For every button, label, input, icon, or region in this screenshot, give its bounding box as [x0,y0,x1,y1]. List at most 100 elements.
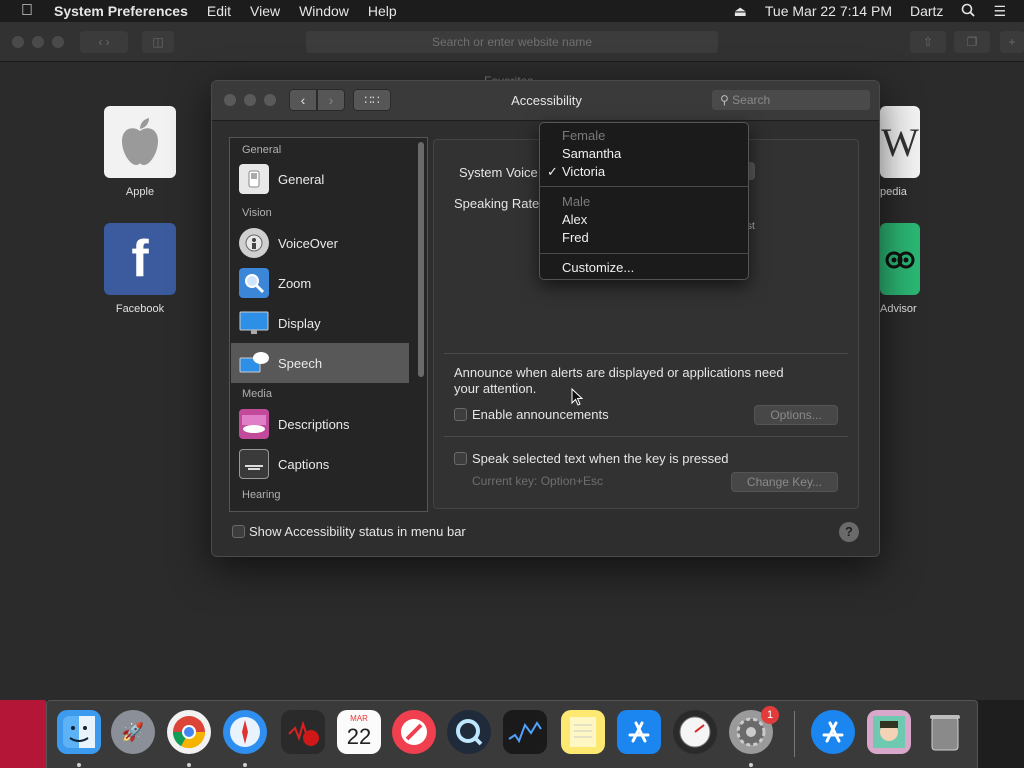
sidebar-item-speech[interactable]: Speech [231,343,409,383]
running-indicator [243,763,247,767]
help-button[interactable]: ? [839,522,859,542]
photo-booth-icon[interactable] [281,710,325,754]
new-tab-icon[interactable]: + [1000,31,1024,53]
window-titlebar: ‹ › ∷∷ Accessibility ⚲ Search [212,81,879,121]
announce-description-line1: Announce when alerts are displayed or ap… [454,365,784,380]
favorite-facebook[interactable]: f Facebook [104,223,176,315]
sidebar-item-label: Speech [278,355,323,371]
favorite-tripadvisor[interactable]: Advisor [880,223,920,315]
menu-view[interactable]: View [250,3,280,19]
menu-item-samantha[interactable]: Samantha [562,146,621,161]
safari-minimize-button[interactable] [32,36,44,48]
chrome-icon[interactable] [167,710,211,754]
current-key-label: Current key: Option+Esc [472,474,604,488]
sidebar-scrollbar[interactable] [418,142,424,377]
spotlight-search-icon[interactable] [961,3,976,20]
desktop-wallpaper-edge [0,700,46,768]
menu-user[interactable]: Dartz [910,3,943,19]
menu-item-fred[interactable]: Fred [562,230,589,245]
finder-icon[interactable] [57,710,101,754]
favorite-label: Apple [125,186,155,198]
show-status-label[interactable]: Show Accessibility status in menu bar [249,524,466,539]
section-divider [444,436,848,437]
sidebar-item-zoom[interactable]: Zoom [231,263,409,303]
image-thumbnail-icon[interactable] [867,710,911,754]
running-indicator [187,763,191,767]
checkmark-icon: ✓ [547,164,558,179]
section-divider [444,353,848,354]
menu-item-victoria[interactable]: Victoria [562,164,605,179]
notification-badge: 1 [761,706,779,724]
menu-app-name[interactable]: System Preferences [54,3,188,19]
notification-center-icon[interactable]: ☰ [993,3,1006,20]
preferences-search-field[interactable]: ⚲ Search [711,89,871,111]
stocks-icon[interactable] [503,710,547,754]
section-header-media: Media [242,388,272,400]
speech-icon [239,348,269,378]
launchpad-icon[interactable]: 🚀 [111,710,155,754]
change-key-button[interactable]: Change Key... [731,472,838,492]
downloads-app-store-icon[interactable] [811,710,855,754]
app-store-icon[interactable] [617,710,661,754]
sidebar-item-label: Descriptions [278,416,350,432]
speak-selected-label[interactable]: Speak selected text when the key is pres… [472,451,729,466]
show-status-checkbox[interactable] [232,525,245,538]
system-voice-label: System Voice [459,165,538,180]
system-voice-menu: Female Samantha ✓ Victoria Male Alex Fre… [539,122,749,280]
enable-announcements-checkbox[interactable] [454,408,467,421]
options-button[interactable]: Options... [754,405,838,425]
activity-monitor-icon[interactable] [673,710,717,754]
captions-icon [239,449,269,479]
tabs-overview-icon[interactable]: ❐ [954,31,990,53]
news-icon[interactable] [392,710,436,754]
sidebar-toggle-icon[interactable]: ◫ [142,31,174,53]
sidebar-item-display[interactable]: Display [231,303,409,343]
running-indicator [77,763,81,767]
notes-icon[interactable] [561,710,605,754]
menu-help[interactable]: Help [368,3,397,19]
menu-edit[interactable]: Edit [207,3,231,19]
enable-announcements-label[interactable]: Enable announcements [472,407,609,422]
tripadvisor-logo-icon [880,223,920,295]
safari-zoom-button[interactable] [52,36,64,48]
sidebar-item-descriptions[interactable]: Descriptions [231,404,409,444]
sidebar-item-captions[interactable]: Captions [231,444,409,484]
eject-icon[interactable]: ⏏ [734,3,747,20]
sidebar-item-general[interactable]: General [231,159,409,199]
menu-separator [540,186,748,187]
menu-separator [540,253,748,254]
menu-item-customize[interactable]: Customize... [562,260,634,275]
favorite-wikipedia[interactable]: W pedia [880,106,920,198]
accessibility-sidebar[interactable]: General General Vision VoiceOver Zoom Di… [229,137,428,512]
favorite-label: pedia [880,186,907,198]
favorite-label: Facebook [115,303,165,315]
section-header-vision: Vision [242,207,272,219]
trash-icon[interactable] [923,710,967,754]
sidebar-item-voiceover[interactable]: VoiceOver [231,223,409,263]
speak-selected-checkbox[interactable] [454,452,467,465]
quicktime-icon[interactable] [447,710,491,754]
favorite-apple[interactable]: Apple [104,106,176,198]
apple-menu-icon[interactable]:  [0,2,54,20]
menu-window[interactable]: Window [299,3,349,19]
sidebar-item-label: VoiceOver [278,235,338,251]
share-icon[interactable]: ⇧ [910,31,946,53]
section-header-hearing: Hearing [242,489,281,501]
search-icon: ⚲ [720,93,729,107]
sidebar-item-label: Zoom [278,275,312,291]
safari-back-forward-icon[interactable]: ‹ › [80,31,128,53]
descriptions-icon [239,409,269,439]
safari-address-field[interactable]: Search or enter website name [306,31,718,53]
menu-clock[interactable]: Tue Mar 22 7:14 PM [765,3,892,19]
announce-description-line2: your attention. [454,381,537,396]
safari-icon[interactable] [223,710,267,754]
search-placeholder: Search [732,93,771,107]
menu-item-alex[interactable]: Alex [562,212,587,227]
calendar-icon[interactable]: MAR 22 [337,710,381,754]
favorite-label: Advisor [880,303,917,315]
sidebar-item-label: General [278,171,325,187]
menu-bar:  System Preferences Edit View Window He… [0,0,1024,22]
calendar-day: 22 [346,724,372,749]
safari-close-button[interactable] [12,36,24,48]
voiceover-icon [239,228,269,258]
